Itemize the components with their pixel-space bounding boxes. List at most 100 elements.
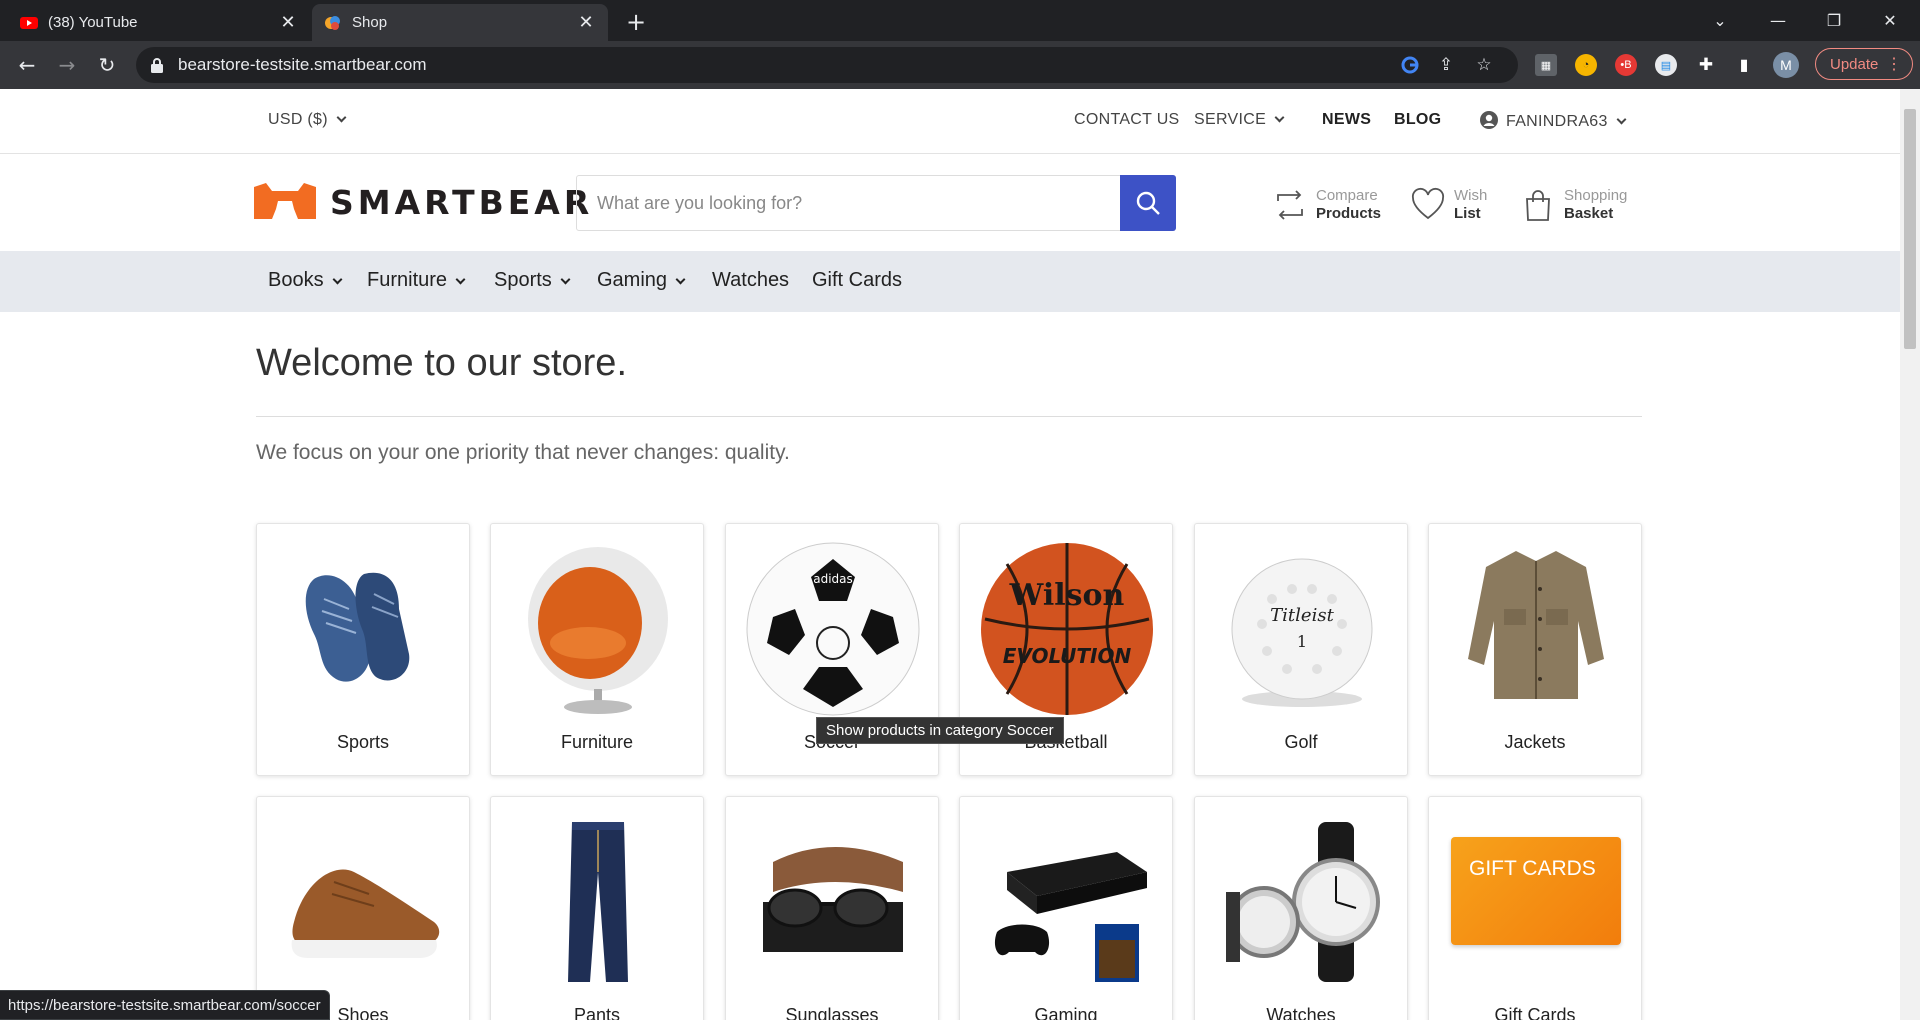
bookmark-star-icon[interactable]: ☆ (1474, 55, 1494, 75)
tab-youtube[interactable]: (38) YouTube ✕ (8, 4, 310, 41)
close-window-icon[interactable]: ✕ (1862, 0, 1918, 41)
new-tab-plus-icon[interactable]: + (620, 8, 652, 36)
service-label: SERVICE (1194, 111, 1267, 128)
menu-label: Furniture (367, 269, 448, 291)
category-label: Pants (573, 1005, 621, 1020)
ball-number: 1 (1297, 632, 1307, 651)
account-menu[interactable]: FANINDRA63 (1480, 111, 1627, 131)
contact-us-link[interactable]: CONTACT US (1074, 111, 1180, 129)
news-link[interactable]: NEWS (1322, 111, 1371, 129)
tab-search-chevron-icon[interactable]: ⌄ (1692, 0, 1748, 41)
chevron-down-icon (1274, 112, 1285, 123)
category-card-gift-cards[interactable]: GIFT CARDS Gift Cards (1428, 796, 1642, 1020)
forward-icon[interactable]: → (52, 50, 82, 80)
search-icon (1136, 191, 1160, 215)
egg-chair-image (528, 547, 668, 714)
shopping-bag-icon (1526, 190, 1550, 221)
scrollbar-thumb[interactable] (1904, 109, 1916, 349)
category-label: Gaming (1034, 1005, 1098, 1020)
shoe-image (291, 869, 440, 958)
browser-toolbar: ← → ↻ bearstore-testsite.smartbear.com ⇪… (0, 41, 1920, 89)
utility-bar: USD ($) CONTACT US SERVICE NEWS BLOG FAN… (0, 89, 1900, 154)
menu-item-watches[interactable]: Watches (712, 269, 789, 292)
tab-shop[interactable]: Shop ✕ (312, 4, 608, 41)
more-menu-icon[interactable]: ⋮ (1886, 54, 1902, 74)
extension-counter-icon[interactable]: •B (1615, 54, 1637, 76)
golf-ball-image: Titleist 1 (1231, 558, 1373, 707)
close-tab-icon[interactable]: ✕ (278, 12, 298, 33)
share-icon[interactable]: ⇪ (1436, 55, 1456, 75)
wish-top-label: Wish (1454, 187, 1488, 204)
category-card-sports[interactable]: Sports (256, 523, 470, 776)
game-console-image (994, 852, 1147, 982)
blog-link[interactable]: BLOG (1394, 111, 1441, 129)
category-label: Jackets (1504, 732, 1566, 752)
category-card-golf[interactable]: Titleist 1 Golf (1194, 523, 1408, 776)
currency-label: USD ($) (268, 111, 328, 128)
category-card-jackets[interactable]: Jackets (1428, 523, 1642, 776)
service-menu[interactable]: SERVICE (1194, 111, 1285, 129)
category-card-gaming[interactable]: Gaming (959, 796, 1173, 1020)
extensions-puzzle-icon[interactable]: ✚ (1695, 54, 1717, 76)
close-tab-icon[interactable]: ✕ (576, 12, 596, 33)
smartbear-logo[interactable]: SMARTBEAR (250, 179, 589, 223)
address-bar[interactable]: bearstore-testsite.smartbear.com ⇪ ☆ (136, 47, 1518, 83)
wristwatch-image (1226, 822, 1380, 982)
compare-products-link[interactable]: Compare Products (1272, 185, 1381, 225)
shopping-basket-link[interactable]: Shopping Basket (1520, 185, 1627, 225)
update-label: Update (1830, 55, 1879, 73)
page-title: Welcome to our store. (256, 342, 628, 384)
youtube-icon (20, 16, 38, 29)
extension-sheet-icon[interactable]: ▤ (1655, 54, 1677, 76)
url-text: bearstore-testsite.smartbear.com (178, 55, 427, 74)
chevron-down-icon (675, 274, 686, 285)
model-mark: EVOLUTION (1003, 644, 1132, 668)
category-label: Golf (1284, 732, 1318, 752)
search-input[interactable] (577, 176, 1117, 230)
category-label: Gift Cards (1494, 1005, 1576, 1020)
category-card-watches[interactable]: Watches (1194, 796, 1408, 1020)
gift-card-text: GIFT CARDS (1469, 857, 1596, 880)
category-label: Sports (336, 732, 390, 752)
back-icon[interactable]: ← (12, 50, 42, 80)
currency-selector[interactable]: USD ($) (268, 111, 347, 129)
menu-item-books[interactable]: Books (268, 269, 343, 292)
wishlist-link[interactable]: Wish List (1410, 185, 1487, 225)
profile-avatar[interactable]: M (1773, 52, 1799, 78)
menu-item-gaming[interactable]: Gaming (597, 269, 686, 292)
logo-wordmark: SMARTBEAR (330, 183, 594, 222)
menu-item-sports[interactable]: Sports (494, 269, 571, 292)
menu-item-furniture[interactable]: Furniture (367, 269, 466, 292)
update-button[interactable]: Update ⋮ (1815, 48, 1913, 80)
reload-icon[interactable]: ↻ (92, 50, 122, 80)
category-card-furniture[interactable]: Furniture (490, 523, 704, 776)
extension-clock-icon[interactable]: ◔ (1575, 54, 1597, 76)
compare-arrows-icon (1277, 190, 1303, 220)
link-status-bar: https://bearstore-testsite.smartbear.com… (0, 990, 330, 1020)
site-header: SMARTBEAR CompareProducts WishList Shopp… (0, 155, 1900, 250)
extension-grid-icon[interactable]: ▦ (1535, 54, 1557, 76)
bear-logo-icon (254, 183, 316, 219)
minimize-icon[interactable]: — (1750, 0, 1806, 41)
category-card-sunglasses[interactable]: Sunglasses (725, 796, 939, 1020)
basket-top-label: Shopping (1564, 187, 1628, 204)
search-box (576, 175, 1176, 231)
jeans-image (568, 822, 628, 982)
page-scrollbar[interactable] (1900, 89, 1920, 1020)
gift-card-image: GIFT CARDS (1451, 837, 1621, 945)
restore-icon[interactable]: ❐ (1806, 0, 1862, 41)
title-divider (256, 416, 1642, 417)
lock-icon (151, 58, 163, 73)
tab-label: (38) YouTube (48, 14, 138, 31)
side-panel-icon[interactable]: ▮ (1733, 54, 1755, 76)
category-tooltip: Show products in category Soccer (816, 717, 1064, 744)
google-icon[interactable] (1400, 55, 1420, 75)
search-button[interactable] (1120, 175, 1176, 231)
brand-mark: adidas (813, 572, 853, 586)
chevron-down-icon (455, 274, 466, 285)
category-card-shoes[interactable]: Shoes (256, 796, 470, 1020)
store-tagline: We focus on your one priority that never… (256, 441, 790, 464)
menu-item-gift-cards[interactable]: Gift Cards (812, 269, 902, 292)
basketball-image: Wilson EVOLUTION (981, 543, 1153, 715)
category-card-pants[interactable]: Pants (490, 796, 704, 1020)
